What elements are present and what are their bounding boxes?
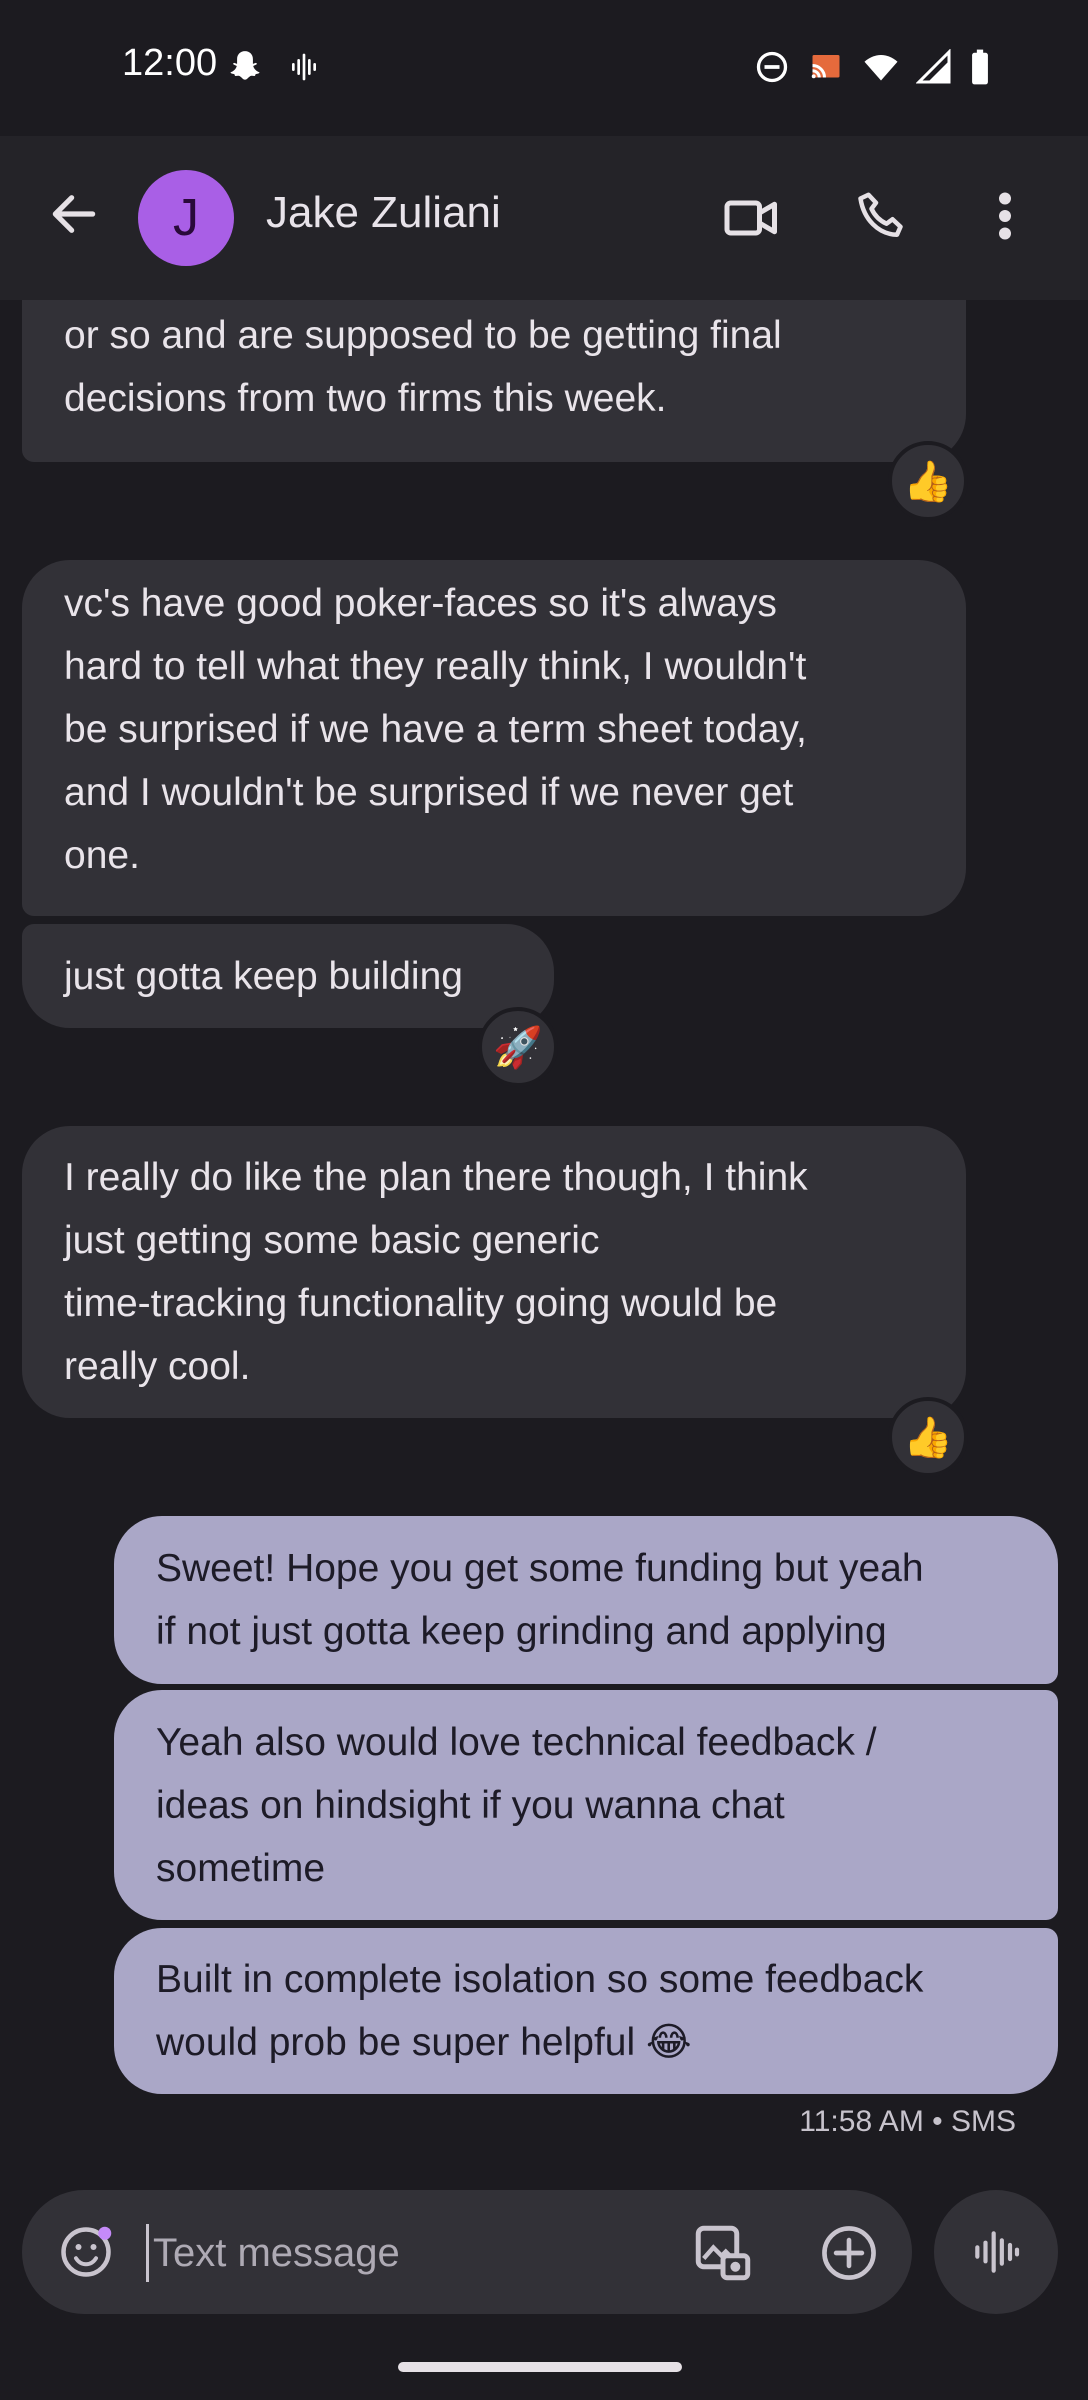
cast-icon [811, 55, 840, 79]
compose-bar [22, 2190, 912, 2314]
voice-wave-icon [292, 53, 316, 81]
message-text-line: I really do like the plan there though, … [64, 1156, 808, 1199]
message-text-line: vc's have good poker-faces so it's alway… [64, 582, 777, 625]
battery-icon [972, 49, 988, 85]
message-text-line: be surprised if we have a term sheet tod… [64, 708, 807, 751]
video-call-icon[interactable] [722, 188, 782, 248]
reaction-thumbs-up[interactable]: 👍 [888, 441, 968, 521]
message-text-line: one. [64, 834, 140, 877]
message-input[interactable] [146, 2224, 675, 2282]
wifi-icon [864, 55, 898, 81]
voice-message-button[interactable] [934, 2190, 1058, 2314]
message-text-line: Yeah also would love technical feedback … [156, 1721, 877, 1764]
status-time: 12:00 [122, 42, 218, 84]
reaction-rocket[interactable]: 🚀 [478, 1007, 558, 1087]
message-text-line: Sweet! Hope you get some funding but yea… [156, 1547, 924, 1590]
emoji-icon[interactable] [56, 2222, 116, 2282]
home-indicator[interactable] [398, 2362, 682, 2372]
do-not-disturb-icon [756, 51, 788, 83]
signal-icon [916, 49, 951, 84]
outgoing-message[interactable]: Sweet! Hope you get some funding but yea… [114, 1516, 1058, 1684]
message-text-line: would prob be super helpful 😂 [156, 2021, 692, 2064]
outgoing-message[interactable]: Yeah also would love technical feedback … [114, 1690, 1058, 1920]
message-timestamp: 11:58 AM • SMS [799, 2105, 1016, 2138]
message-text-line: sometime [156, 1847, 326, 1890]
phone-icon[interactable] [852, 186, 912, 246]
add-icon[interactable] [818, 2222, 880, 2284]
status-bar: 12:00 [0, 0, 1088, 136]
back-arrow-icon[interactable] [46, 186, 102, 242]
message-text-line: or so and are supposed to be getting fin… [64, 314, 782, 357]
message-text-line: really cool. [64, 1345, 251, 1388]
message-text-line: decisions from two firms this week. [64, 377, 667, 420]
message-text-line: hard to tell what they really think, I w… [64, 645, 807, 688]
avatar[interactable]: J [138, 170, 234, 266]
incoming-message[interactable]: vc's have good poker-faces so it's alway… [22, 560, 966, 916]
message-text-line: Built in complete isolation so some feed… [156, 1958, 924, 2001]
more-options-icon[interactable] [980, 186, 1030, 246]
incoming-message[interactable]: I really do like the plan there though, … [22, 1126, 966, 1418]
contact-name[interactable]: Jake Zuliani [266, 188, 501, 238]
incoming-message[interactable]: or so and are supposed to be getting fin… [22, 300, 966, 462]
incoming-message[interactable]: just gotta keep building [22, 924, 554, 1028]
outgoing-message[interactable]: Built in complete isolation so some feed… [114, 1928, 1058, 2094]
message-text-line: just getting some basic generic [64, 1219, 600, 1262]
message-text-line: if not just gotta keep grinding and appl… [156, 1610, 887, 1653]
snapchat-icon [230, 51, 260, 80]
gallery-icon[interactable] [690, 2220, 756, 2286]
message-text: just gotta keep building [64, 955, 463, 998]
message-list[interactable]: or so and are supposed to be getting fin… [0, 300, 1088, 2170]
message-text-line: and I wouldn't be surprised if we never … [64, 771, 794, 814]
conversation-header: J Jake Zuliani [0, 136, 1088, 300]
message-text-line: time-tracking functionality going would … [64, 1282, 778, 1325]
reaction-thumbs-up[interactable]: 👍 [888, 1397, 968, 1477]
message-text-line: ideas on hindsight if you wanna chat [156, 1784, 785, 1827]
voice-wave-icon [975, 2231, 1020, 2273]
